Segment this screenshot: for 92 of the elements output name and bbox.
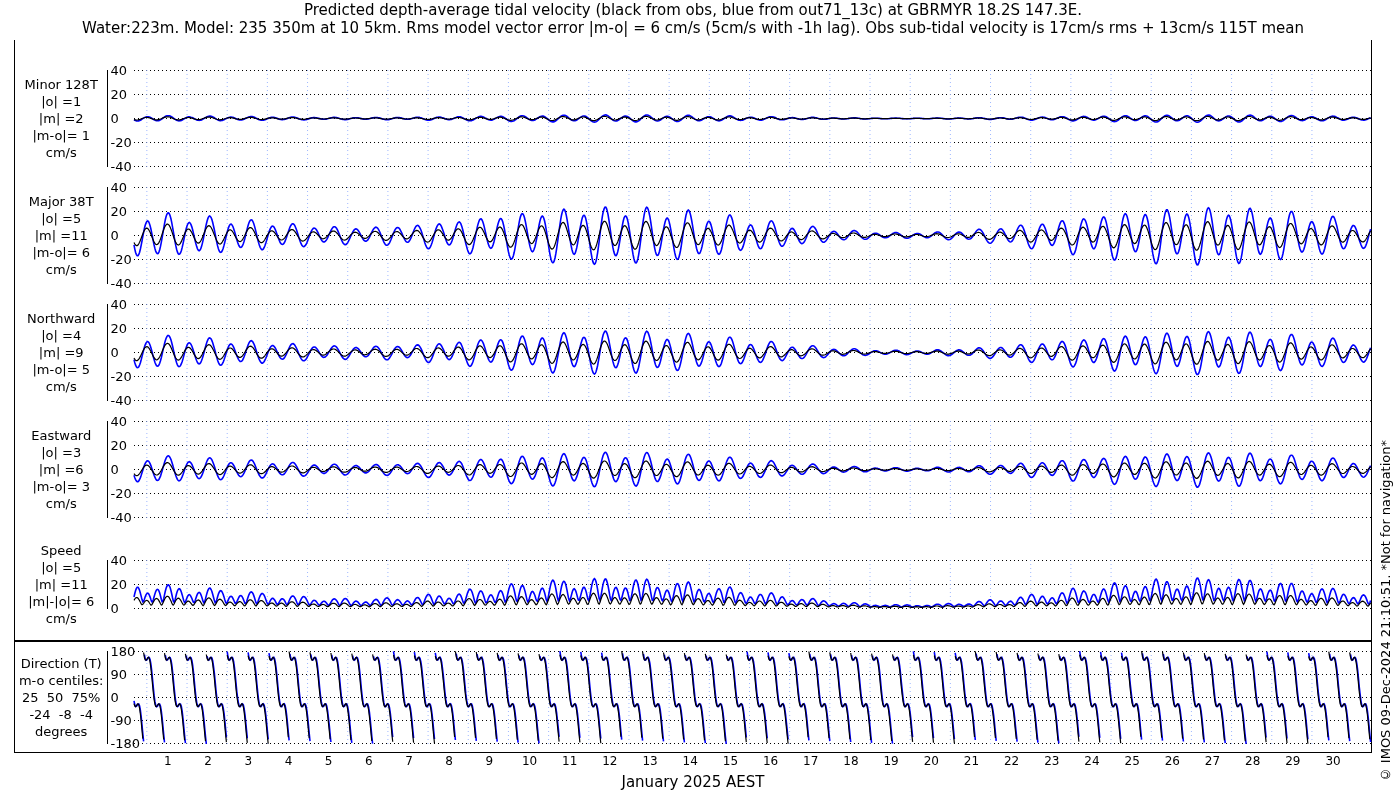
panel-label-line: cm/s (45, 610, 77, 627)
y-tick-label: -40 (110, 276, 132, 290)
panel-label-line: Eastward (31, 427, 92, 444)
panel-label-line: Minor 128T (24, 76, 98, 93)
y-tick-label: -180 (110, 736, 140, 750)
x-tick-label: 30 (1325, 755, 1341, 767)
x-tick-label: 19 (883, 755, 899, 767)
panel-label-line: cm/s (45, 261, 77, 278)
x-tick-label: 14 (682, 755, 698, 767)
x-tick-label: 15 (722, 755, 739, 767)
x-tick-label: 13 (642, 755, 658, 767)
y-tick-label: 20 (110, 438, 127, 452)
x-tick-label: 11 (562, 755, 578, 767)
x-tick-label: 9 (485, 755, 494, 767)
panel-label-line: |o| =5 (41, 559, 82, 576)
panel-label-line: |m| =9 (38, 344, 84, 361)
x-tick-label: 17 (803, 755, 819, 767)
chart-title: Predicted depth-average tidal velocity (black from obs, blue from out71_13c) at GBRMYR 18.2S 147.3E. (304, 1, 1082, 19)
chart-title: Water:223m. Model: 235 350m at 10 5km. Rms model vector error |m-o| = 6 cm/s (5cm/s with -1h lag). Obs sub-tidal velocity is 17cm/s rms + 13cm/s 115T mean (82, 19, 1304, 37)
x-tick-label: 22 (1004, 755, 1020, 767)
x-tick-label: 8 (445, 755, 453, 767)
y-tick-label: 0 (110, 690, 119, 704)
x-tick-label: 12 (602, 755, 618, 767)
panel-label-line: |m-o|= 6 (32, 244, 90, 261)
y-tick-label: 0 (110, 601, 119, 615)
x-tick-label: 7 (405, 755, 413, 767)
y-tick-label: -40 (110, 510, 132, 524)
y-tick-label: -20 (110, 369, 132, 383)
y-tick-label: 0 (110, 345, 119, 359)
x-tick-label: 1 (164, 755, 172, 767)
x-tick-label: 10 (521, 755, 538, 767)
x-tick-label: 28 (1245, 755, 1261, 767)
x-tick-label: 4 (284, 755, 293, 767)
panel-label-line: degrees (35, 723, 88, 740)
panel-label-line: |m| =6 (38, 461, 84, 478)
panel-label-line: 25 50 75% (21, 689, 101, 706)
panel-label-line: cm/s (45, 378, 77, 395)
x-tick-label: 24 (1084, 755, 1100, 767)
x-tick-label: 6 (365, 755, 373, 767)
y-tick-label: -90 (110, 713, 132, 727)
panel-label-line: |m-o|= 1 (32, 127, 90, 144)
panel-label-line: |o| =3 (41, 444, 82, 461)
y-tick-label: 20 (110, 87, 127, 101)
panel-label-line: |m-o|= 3 (32, 478, 90, 495)
y-tick-label: 0 (110, 111, 119, 125)
x-tick-label: 16 (762, 755, 779, 767)
x-tick-label: 5 (324, 755, 333, 767)
x-axis-label: January 2025 AEST (621, 773, 765, 791)
panel-label-line: |o| =4 (41, 327, 82, 344)
y-tick-label: 20 (110, 577, 127, 591)
panel-label-line: |m| =11 (34, 576, 88, 593)
panel-label-line: cm/s (45, 495, 77, 512)
y-tick-label: 20 (110, 204, 127, 218)
panel-label-line: |o| =5 (41, 210, 82, 227)
x-tick-label: 29 (1285, 755, 1301, 767)
y-tick-label: 40 (110, 180, 127, 194)
y-tick-label: 40 (110, 553, 127, 567)
panel-label-line: -24 -8 -4 (29, 706, 94, 723)
y-tick-label: 40 (110, 414, 127, 428)
panel-label-line: |o| =1 (41, 93, 82, 110)
x-tick-label: 3 (244, 755, 253, 767)
y-tick-label: 90 (110, 667, 127, 681)
y-tick-label: 180 (110, 644, 136, 658)
credit-text: © IMOS 09-Dec-2024 21:10:51. *Not for navigation* (1377, 439, 1395, 782)
y-tick-label: -20 (110, 252, 132, 266)
panel-label-line: Northward (27, 310, 96, 327)
panel-label-line: Speed (40, 542, 82, 559)
y-tick-label: 0 (110, 462, 119, 476)
panel-label-line: Direction (T) (20, 655, 102, 672)
y-tick-label: 0 (110, 228, 119, 242)
y-tick-label: 20 (110, 321, 127, 335)
panel-label-line: |m| =11 (34, 227, 88, 244)
x-tick-label: 26 (1164, 755, 1180, 767)
x-tick-label: 20 (923, 755, 939, 767)
x-tick-label: 2 (204, 755, 212, 767)
y-tick-label: 40 (110, 63, 127, 77)
x-tick-label: 27 (1204, 755, 1221, 767)
x-tick-label: 21 (963, 755, 980, 767)
x-tick-label: 18 (843, 755, 859, 767)
y-tick-label: -40 (110, 393, 132, 407)
panel-label-line: |m-o|= 5 (32, 361, 90, 378)
y-tick-label: 40 (110, 297, 127, 311)
panel-label-line: cm/s (45, 144, 77, 161)
x-tick-label: 25 (1124, 755, 1140, 767)
x-tick-label: 23 (1044, 755, 1060, 767)
panel-label-line: |m|-|o|= 6 (28, 593, 95, 610)
panel-label-line: |m| =2 (38, 110, 84, 127)
y-tick-label: -40 (110, 159, 132, 173)
y-tick-label: -20 (110, 486, 132, 500)
panel-label-line: m-o centiles: (18, 672, 104, 689)
panel-label-line: Major 38T (28, 193, 94, 210)
y-tick-label: -20 (110, 135, 132, 149)
